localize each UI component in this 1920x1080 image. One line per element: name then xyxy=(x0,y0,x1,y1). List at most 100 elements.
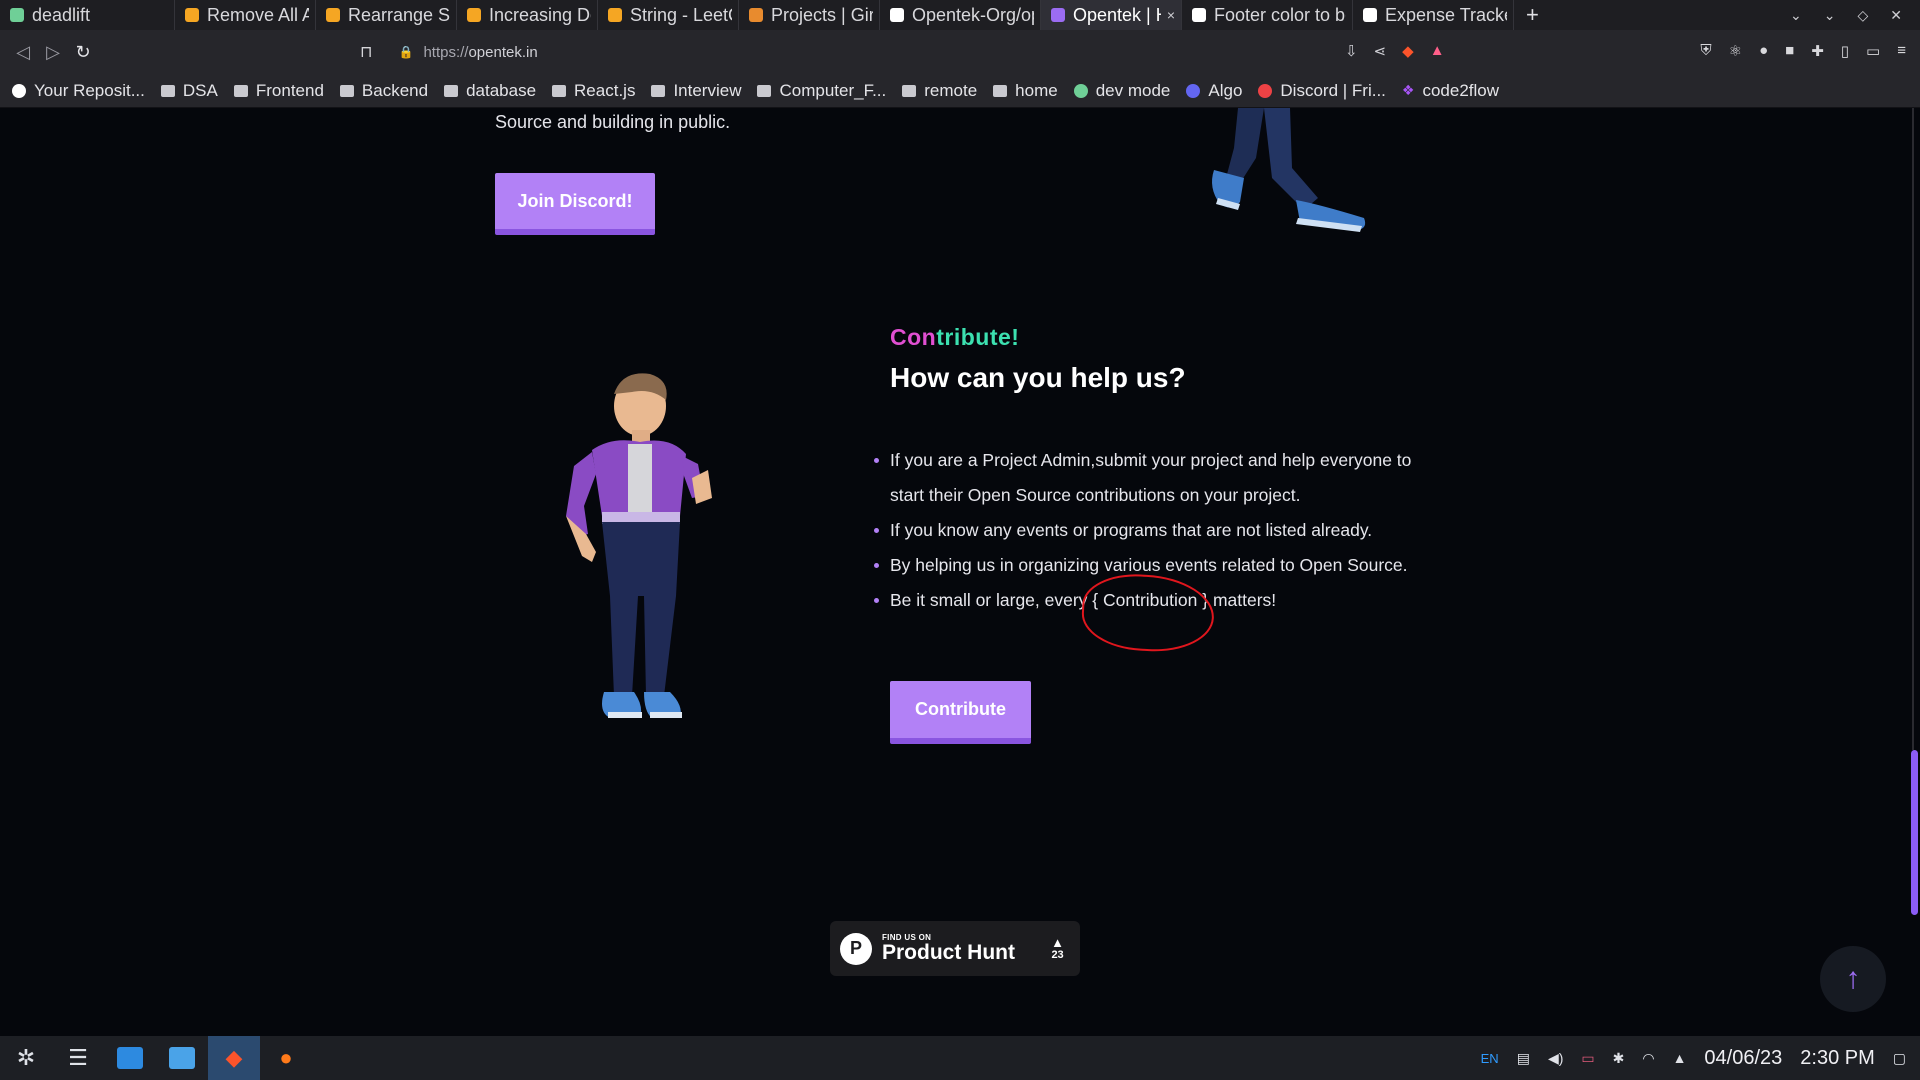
browser-tab[interactable]: Opentek-Org/ope xyxy=(880,0,1041,30)
extension-square-icon[interactable]: ■ xyxy=(1785,42,1794,60)
volume-icon[interactable]: ◀) xyxy=(1548,1050,1563,1067)
wifi-icon[interactable]: ◠ xyxy=(1642,1050,1654,1067)
bookmark-item[interactable]: database xyxy=(444,81,536,101)
browser-tab[interactable]: Rearrange Space xyxy=(316,0,457,30)
file-manager-icon[interactable] xyxy=(156,1036,208,1080)
folder-icon xyxy=(233,84,248,97)
brave-browser-taskbar-icon[interactable]: ◆ xyxy=(208,1036,260,1080)
brave-shields-icon[interactable]: ◆ xyxy=(1402,42,1414,60)
folder-icon xyxy=(993,84,1008,97)
bookmark-item[interactable]: Interview xyxy=(651,81,741,101)
minimize-icon[interactable]: ⌄ xyxy=(1824,7,1836,24)
puzzle-icon[interactable]: ✚ xyxy=(1811,42,1824,60)
bookmark-item[interactable]: DSA xyxy=(160,80,218,101)
folder-icon xyxy=(160,84,175,97)
browser-tab[interactable]: Increasing Decre xyxy=(457,0,598,30)
lock-icon[interactable]: 🔒 xyxy=(398,45,413,59)
close-window-icon[interactable]: ✕ xyxy=(1890,7,1902,24)
scrollbar-thumb[interactable] xyxy=(1911,750,1918,915)
contribute-button[interactable]: Contribute xyxy=(890,681,1031,744)
tab-label: Opentek | Hon xyxy=(1073,4,1161,25)
browser-tab[interactable]: deadlift xyxy=(0,0,175,30)
system-tray: EN ▤ ◀) ▭ ✱ ◠ ▲ 04/06/23 2:30 PM ▢ xyxy=(1481,1047,1920,1070)
tab-label: Opentek-Org/ope xyxy=(912,4,1034,25)
firefox-taskbar-icon[interactable]: ● xyxy=(260,1036,312,1080)
tab-close-icon[interactable]: × xyxy=(1167,7,1175,23)
tab-label: Remove All Adjac xyxy=(207,4,309,25)
battery-icon[interactable]: ▭ xyxy=(1581,1050,1594,1067)
browser-tab[interactable]: String - LeetCode xyxy=(598,0,739,30)
code2flow-icon: ❖ xyxy=(1401,82,1415,98)
scroll-to-top-button[interactable]: ↑ xyxy=(1820,946,1886,1012)
bookmark-item[interactable]: dev mode xyxy=(1073,81,1170,101)
system-settings-icon[interactable]: ☰ xyxy=(52,1036,104,1080)
browser-tab[interactable]: Projects | GirlScri xyxy=(739,0,880,30)
sidebar-icon[interactable]: ▯ xyxy=(1841,42,1849,60)
react-devtools-icon[interactable]: ⚛ xyxy=(1729,42,1742,60)
tab-label: String - LeetCode xyxy=(630,4,732,25)
bookmark-item[interactable]: Backend xyxy=(339,81,428,101)
list-item: If you are a Project Admin,submit your p… xyxy=(872,443,1412,513)
shield-extension-icon[interactable]: ⛨ xyxy=(1700,42,1711,60)
bookmark-item[interactable]: React.js xyxy=(552,81,635,101)
bookmark-label: DSA xyxy=(182,80,218,100)
tab-favicon-icon xyxy=(1363,8,1377,22)
tray-expand-icon[interactable]: ▲ xyxy=(1673,1050,1687,1066)
new-tab-button[interactable]: + xyxy=(1514,2,1551,28)
eyebrow-part-pink: Con xyxy=(890,324,937,350)
bookmark-item[interactable]: Discord | Fri... xyxy=(1258,81,1386,101)
bookmark-item[interactable]: ❖ code2flow xyxy=(1402,81,1499,101)
tab-bar-controls: ⌄ ⌄ ◇ ✕ xyxy=(1790,7,1920,24)
bookmark-item[interactable]: Algo xyxy=(1186,81,1242,101)
browser-tab[interactable]: Remove All Adjac xyxy=(175,0,316,30)
upvote-counter: ▲ 23 xyxy=(1051,936,1064,961)
wallet-icon[interactable]: ▭ xyxy=(1866,42,1880,60)
keyboard-layout[interactable]: EN xyxy=(1481,1051,1499,1066)
bookmark-item[interactable]: home xyxy=(993,81,1058,101)
brave-rewards-icon[interactable]: ▲ xyxy=(1430,42,1445,60)
back-icon[interactable]: ◁ xyxy=(8,42,38,63)
os-taskbar: ✲ ☰ ◆ ● EN ▤ ◀) ▭ ✱ ◠ ▲ 04/06/23 2:30 PM… xyxy=(0,1036,1920,1080)
install-app-icon[interactable]: ⇩ xyxy=(1345,42,1358,60)
tab-favicon-icon xyxy=(749,8,763,22)
bookmark-item[interactable]: Frontend xyxy=(233,81,324,101)
url-field[interactable]: ⊓ 🔒 https://opentek.in xyxy=(360,38,1460,66)
menu-icon[interactable]: ≡ xyxy=(1897,42,1906,60)
tab-favicon-icon xyxy=(1192,8,1206,22)
reload-icon[interactable]: ↻ xyxy=(68,42,98,63)
tab-favicon-icon xyxy=(1051,8,1065,22)
last-point-text-after: matters! xyxy=(1208,590,1277,610)
bookmark-label: Algo xyxy=(1208,80,1243,100)
bookmark-page-icon[interactable]: ⊓ xyxy=(360,42,372,62)
bookmark-item[interactable]: Your Reposit... xyxy=(12,81,145,101)
folder-icon xyxy=(552,84,567,97)
bluetooth-icon[interactable]: ✱ xyxy=(1613,1050,1625,1067)
bookmark-label: database xyxy=(466,80,537,100)
share-icon[interactable]: ⋖ xyxy=(1374,42,1387,60)
clipboard-icon[interactable]: ▤ xyxy=(1517,1050,1530,1067)
running-character-illustration xyxy=(1212,108,1366,232)
browser-tab[interactable]: Footer color to be xyxy=(1182,0,1353,30)
show-desktop-icon[interactable]: ▢ xyxy=(1893,1050,1906,1067)
product-hunt-logo-icon: P xyxy=(840,932,872,965)
tab-list-chevron-icon[interactable]: ⌄ xyxy=(1790,7,1802,24)
product-hunt-text: FIND US ON Product Hunt xyxy=(882,933,1015,964)
join-discord-button[interactable]: Join Discord! xyxy=(495,173,655,235)
tab-bar: deadlift Remove All Adjac Rearrange Space I… xyxy=(0,0,1920,30)
tab-favicon-icon xyxy=(10,8,24,22)
bookmark-item[interactable]: remote xyxy=(902,81,977,101)
bookmark-item[interactable]: Computer_F... xyxy=(757,81,886,101)
discover-store-icon[interactable] xyxy=(104,1036,156,1080)
maximize-icon[interactable]: ◇ xyxy=(1857,7,1868,24)
folder-icon xyxy=(902,84,917,97)
extension-icon[interactable]: ● xyxy=(1759,42,1768,60)
app-launcher-icon[interactable]: ✲ xyxy=(0,1036,52,1080)
forward-icon[interactable]: ▷ xyxy=(38,42,68,63)
browser-tab[interactable]: Expense Tracker xyxy=(1353,0,1514,30)
page-scrollbar[interactable] xyxy=(1909,108,1920,1036)
bookmark-label: Computer_F... xyxy=(779,80,887,100)
tray-clock[interactable]: 2:30 PM xyxy=(1800,1047,1874,1070)
product-hunt-badge[interactable]: P FIND US ON Product Hunt ▲ 23 xyxy=(830,921,1080,976)
scrollbar-rail xyxy=(1912,108,1914,750)
browser-tab[interactable]: Opentek | Hon × xyxy=(1041,0,1182,30)
